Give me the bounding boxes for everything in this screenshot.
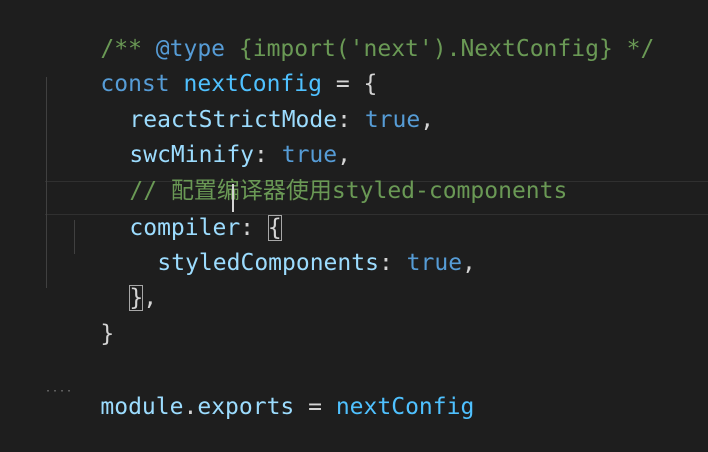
code-token: } */ — [598, 36, 655, 62]
code-line-3[interactable]: reactStrictMode: true, — [74, 75, 434, 133]
code-line-11[interactable]: module.exports = nextConfig — [45, 362, 474, 420]
code-token: true — [364, 107, 421, 133]
code-line-1[interactable]: /** @type {import('next').NextConfig} */ — [45, 4, 654, 62]
code-token: = — [294, 394, 336, 420]
code-token: : — [378, 250, 407, 276]
code-line-5[interactable]: // 配置编译器使用styled-components — [74, 146, 567, 204]
code-token: styledComponents — [157, 250, 379, 276]
code-token: } — [129, 285, 144, 311]
code-editor[interactable]: /** @type {import('next').NextConfig} */… — [0, 0, 708, 448]
code-line-8[interactable]: }, — [74, 253, 157, 311]
hint-squiggle: ···· — [45, 386, 74, 397]
code-token: NextConfig — [460, 36, 599, 62]
code-line-9[interactable]: } — [45, 289, 114, 347]
code-token: true — [406, 250, 463, 276]
code-token: '). — [418, 36, 461, 62]
code-line-6[interactable]: compiler: { — [74, 183, 282, 241]
code-token: nextConfig — [335, 394, 475, 420]
code-token: exports — [197, 394, 295, 420]
code-line-4[interactable]: swcMinify: true, — [74, 110, 351, 168]
code-token: module — [100, 394, 184, 420]
text-cursor — [232, 184, 234, 212]
code-token: , — [420, 107, 435, 133]
code-line-2[interactable]: const nextConfig = { — [45, 39, 377, 97]
code-token: . — [183, 394, 198, 420]
code-token: , — [462, 250, 476, 276]
code-token: } — [100, 321, 115, 347]
code-line-7[interactable]: styledComponents: true, — [102, 218, 476, 276]
code-token: , — [143, 285, 158, 311]
